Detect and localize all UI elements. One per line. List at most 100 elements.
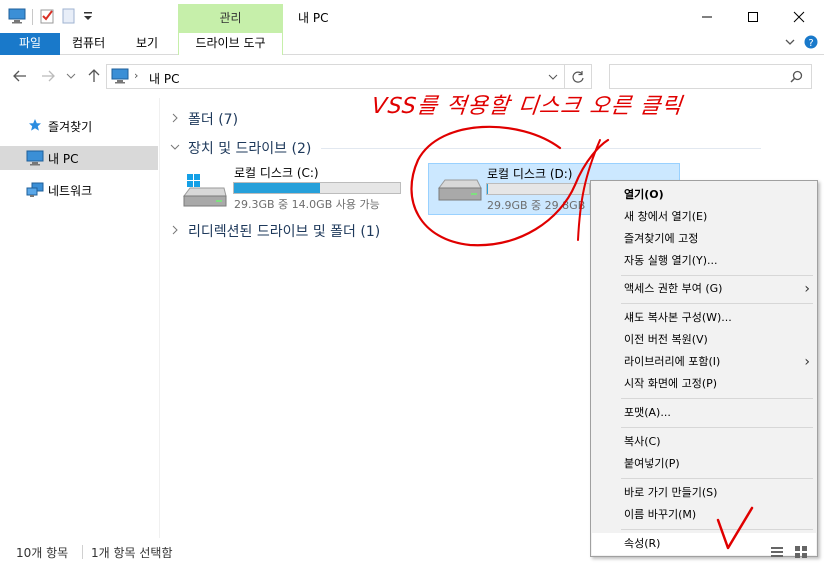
- submenu-arrow-icon: ›: [804, 281, 810, 297]
- group-devices-drives[interactable]: 장치 및 드라이브 (2): [170, 138, 762, 158]
- menu-item-rename[interactable]: 이름 바꾸기(M): [592, 504, 816, 526]
- large-icons-view-button[interactable]: [794, 545, 808, 562]
- forward-arrow-icon: [42, 70, 55, 82]
- menu-item-restore-versions[interactable]: 이전 버전 복원(V): [592, 329, 816, 351]
- back-button[interactable]: [12, 68, 28, 87]
- menu-item-pin-start[interactable]: 시작 화면에 고정(P): [592, 373, 816, 395]
- close-icon: [793, 11, 805, 23]
- menu-separator: [621, 398, 813, 399]
- drive-space-info: 29.9GB 중 29.8GB: [487, 199, 586, 212]
- chevron-down-icon: [66, 73, 76, 79]
- drive-usage-bar: [233, 182, 401, 194]
- chevron-down-icon: [548, 74, 558, 80]
- menu-item-label: 액세스 권한 부여 (G): [624, 282, 723, 295]
- tab-view[interactable]: 보기: [128, 33, 166, 55]
- forward-button[interactable]: [40, 68, 56, 87]
- tab-computer[interactable]: 컴퓨터: [64, 33, 113, 55]
- refresh-icon: [572, 70, 584, 83]
- close-button[interactable]: [776, 4, 822, 30]
- chevron-down-icon: [170, 142, 182, 155]
- details-view-icon: [771, 547, 783, 557]
- sidebar-item-favorites[interactable]: 즐겨찾기: [0, 114, 158, 138]
- breadcrumb-separator-icon[interactable]: ›: [134, 69, 138, 82]
- refresh-button[interactable]: [565, 64, 592, 89]
- customize-toolbar-icon[interactable]: [83, 10, 93, 25]
- drive-space-info: 29.3GB 중 14.0GB 사용 가능: [234, 198, 380, 211]
- menu-separator: [621, 478, 813, 479]
- menu-item-label: 라이브러리에 포함(I): [624, 355, 721, 368]
- menu-item-give-access[interactable]: 액세스 권한 부여 (G) ›: [592, 278, 816, 300]
- search-input[interactable]: [609, 64, 812, 89]
- navigation-pane: 즐겨찾기 내 PC 네트워크: [0, 98, 160, 538]
- sidebar-item-this-pc[interactable]: 내 PC: [0, 146, 158, 170]
- title-bar: 관리 내 PC: [0, 0, 824, 33]
- submenu-arrow-icon: ›: [804, 354, 810, 370]
- menu-item-pin-favorites[interactable]: 즐겨찾기에 고정: [592, 228, 816, 250]
- chevron-right-icon: [170, 225, 182, 238]
- details-view-button[interactable]: [770, 545, 784, 562]
- computer-icon: [111, 68, 129, 87]
- group-label: 리디렉션된 드라이브 및 폴더 (1): [188, 224, 381, 240]
- menu-item-open[interactable]: 열기(O): [592, 184, 816, 206]
- group-redirected-drives[interactable]: 리디렉션된 드라이브 및 폴더 (1): [170, 221, 380, 241]
- menu-separator: [621, 529, 813, 530]
- up-arrow-icon: [88, 69, 100, 82]
- drive-usage-fill: [487, 184, 489, 194]
- computer-icon[interactable]: [8, 8, 26, 27]
- menu-separator: [621, 275, 813, 276]
- ribbon-tabs: 파일 컴퓨터 보기 드라이브 도구 ?: [0, 33, 824, 55]
- computer-icon: [26, 150, 44, 169]
- tab-drive-tools[interactable]: 드라이브 도구: [178, 33, 283, 55]
- hard-drive-icon: [437, 178, 483, 207]
- star-icon: [28, 118, 42, 135]
- menu-item-create-shortcut[interactable]: 바로 가기 만들기(S): [592, 482, 816, 504]
- context-menu: 열기(O) 새 창에서 열기(E) 즐겨찾기에 고정 자동 실행 열기(Y)..…: [590, 180, 818, 557]
- minimize-button[interactable]: [684, 4, 730, 30]
- menu-item-paste[interactable]: 붙여넣기(P): [592, 453, 816, 475]
- status-divider: [82, 545, 83, 559]
- network-icon: [26, 182, 44, 201]
- menu-item-shadow-copies[interactable]: 섀도 복사본 구성(W)...: [592, 307, 816, 329]
- selection-count: 1개 항목 선택함: [91, 546, 173, 560]
- item-count: 10개 항목: [16, 546, 69, 560]
- address-history-button[interactable]: [548, 71, 558, 85]
- menu-item-autoplay[interactable]: 자동 실행 열기(Y)...: [592, 250, 816, 272]
- large-icons-view-icon: [795, 546, 807, 558]
- menu-item-include-library[interactable]: 라이브러리에 포함(I) ›: [592, 351, 816, 373]
- quick-access-toolbar: [8, 7, 93, 27]
- maximize-button[interactable]: [730, 4, 776, 30]
- address-bar[interactable]: › 내 PC: [106, 64, 565, 89]
- status-bar: 10개 항목 1개 항목 선택함: [0, 541, 824, 565]
- minimize-icon: [702, 16, 712, 18]
- toolbar-divider: [32, 9, 33, 25]
- new-folder-icon[interactable]: [61, 8, 77, 27]
- group-label: 장치 및 드라이브 (2): [188, 141, 312, 157]
- up-button[interactable]: [86, 68, 102, 87]
- menu-separator: [621, 427, 813, 428]
- maximize-icon: [748, 12, 758, 22]
- menu-item-format[interactable]: 포맷(A)...: [592, 402, 816, 424]
- properties-check-icon[interactable]: [39, 8, 55, 27]
- drive-name: 로컬 디스크 (C:): [234, 166, 319, 180]
- manage-tab[interactable]: 관리: [178, 4, 283, 33]
- menu-item-open-new-window[interactable]: 새 창에서 열기(E): [592, 206, 816, 228]
- breadcrumb[interactable]: 내 PC: [149, 70, 179, 87]
- annotation-text: VSS를 적용할 디스크 오른 클릭: [370, 94, 684, 119]
- drive-usage-fill: [234, 183, 321, 193]
- recent-locations-button[interactable]: [66, 70, 76, 84]
- group-folders[interactable]: 폴더 (7): [170, 109, 238, 129]
- sidebar-item-network[interactable]: 네트워크: [0, 178, 158, 202]
- drive-c-tile[interactable]: 로컬 디스크 (C:) 29.3GB 중 14.0GB 사용 가능: [176, 162, 402, 214]
- search-icon: [790, 70, 803, 86]
- windows-drive-icon: [182, 174, 228, 213]
- drive-usage-bar: [486, 183, 590, 195]
- svg-text:?: ?: [808, 38, 813, 49]
- ribbon-expand-icon[interactable]: [784, 36, 796, 51]
- chevron-right-icon: [170, 113, 182, 126]
- tab-file[interactable]: 파일: [0, 33, 60, 55]
- sidebar-item-label: 즐겨찾기: [48, 119, 93, 134]
- sidebar-item-label: 네트워크: [48, 183, 93, 198]
- menu-separator: [621, 303, 813, 304]
- menu-item-copy[interactable]: 복사(C): [592, 431, 816, 453]
- help-icon[interactable]: ?: [804, 35, 818, 52]
